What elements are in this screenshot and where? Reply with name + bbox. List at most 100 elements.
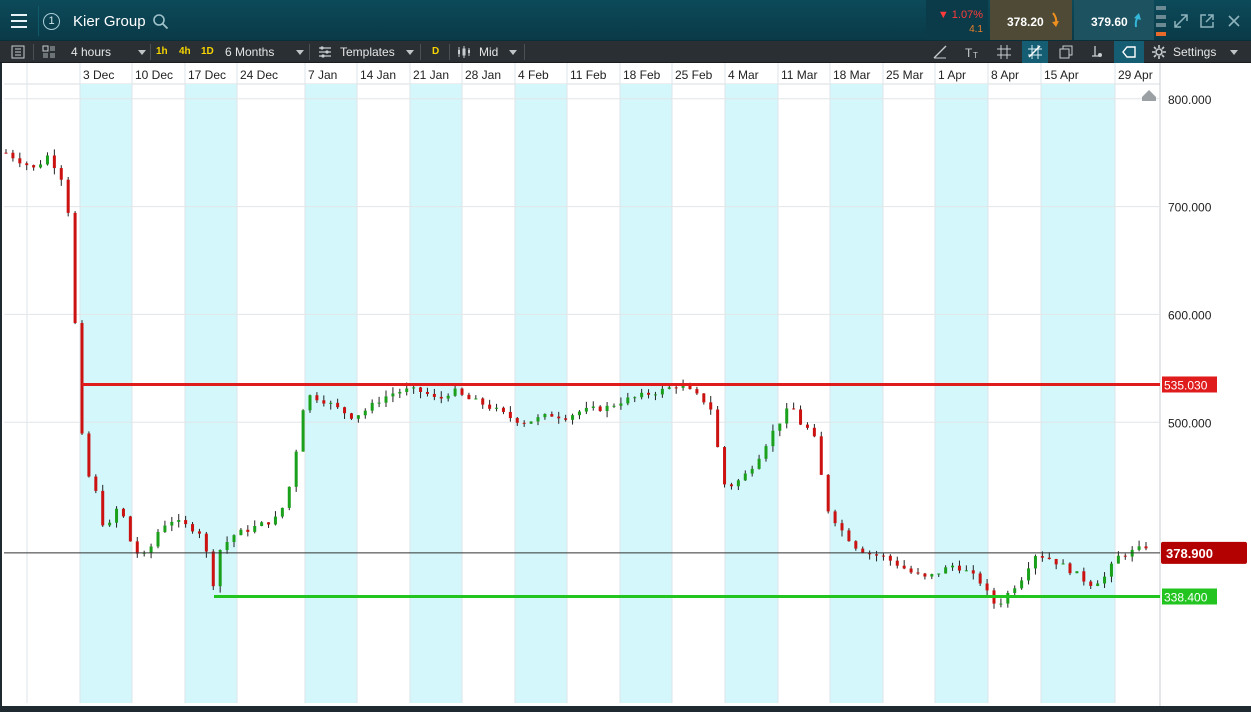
templates-caret-icon[interactable] xyxy=(406,50,414,55)
x-tick-label: 8 Apr xyxy=(991,68,1019,82)
sell-price-button[interactable]: 378.20 xyxy=(990,0,1072,40)
draw-line-icon[interactable] xyxy=(932,44,948,60)
candle-body xyxy=(363,410,367,416)
candle-body xyxy=(246,529,250,532)
shaded-grid-icon[interactable] xyxy=(1027,44,1043,60)
y-tick-label: 800.000 xyxy=(1168,93,1212,107)
candle-body xyxy=(384,396,388,403)
y-tick-label: 600.000 xyxy=(1168,308,1212,322)
candle-body xyxy=(1096,583,1100,586)
candle-body xyxy=(267,522,271,525)
candle-body xyxy=(640,392,644,398)
header-divider xyxy=(38,6,39,36)
candle-body xyxy=(653,394,657,396)
alert-icon[interactable] xyxy=(1089,44,1105,60)
x-tick-label: 25 Feb xyxy=(675,68,713,82)
candle-body xyxy=(605,405,609,412)
x-tick-label: 10 Dec xyxy=(135,68,173,82)
price-tag-icon[interactable] xyxy=(1121,44,1137,60)
candle-body xyxy=(674,387,678,389)
candle-body xyxy=(460,388,464,395)
candle-body xyxy=(135,541,139,554)
candle-body xyxy=(1061,563,1065,565)
candle-body xyxy=(253,526,257,532)
x-tick-label: 1 Apr xyxy=(938,68,966,82)
candle-body xyxy=(336,402,340,408)
price-chart[interactable]: 3 Dec 10 Dec 17 Dec 24 Dec 7 Jan 14 Jan 21 Jan… xyxy=(0,63,1251,708)
candle-body xyxy=(211,551,215,587)
x-tick-label: 28 Jan xyxy=(465,68,501,82)
candle-body xyxy=(1103,576,1107,584)
scroll-to-top-icon[interactable] xyxy=(1142,90,1156,101)
text-size-icon[interactable]: TT xyxy=(964,44,980,60)
candles-icon[interactable] xyxy=(456,44,472,60)
range-dropdown[interactable]: 6 Months xyxy=(225,41,274,63)
candle-body xyxy=(522,422,526,424)
grid-icon[interactable] xyxy=(996,44,1012,60)
price-type-dropdown[interactable]: Mid xyxy=(479,41,498,63)
candle-body xyxy=(1040,556,1044,558)
quick-interval-4h[interactable]: 4h xyxy=(179,41,191,63)
candle-body xyxy=(1089,581,1093,586)
candle-body xyxy=(273,516,277,525)
copy-icon[interactable] xyxy=(1058,44,1074,60)
close-icon[interactable] xyxy=(1225,12,1243,30)
interval-caret-icon[interactable] xyxy=(138,50,146,55)
candle-body xyxy=(495,407,499,409)
daily-badge[interactable]: D xyxy=(432,41,439,63)
svg-text:T: T xyxy=(965,46,973,60)
week-shade xyxy=(725,84,778,703)
candle-body xyxy=(4,152,8,154)
candle-body xyxy=(87,433,91,477)
quick-interval-1h[interactable]: 1h xyxy=(156,41,168,63)
templates-button[interactable]: Templates xyxy=(340,41,395,63)
hamburger-menu-icon[interactable] xyxy=(4,6,34,36)
candle-body xyxy=(377,402,381,404)
week-shade xyxy=(80,84,132,703)
candle-body xyxy=(1020,580,1024,589)
candle-body xyxy=(826,474,830,512)
templates-icon[interactable] xyxy=(317,44,333,60)
search-icon[interactable] xyxy=(152,13,170,31)
buy-price-button[interactable]: 379.60 xyxy=(1074,0,1154,40)
candle-body xyxy=(930,574,934,577)
candle-body xyxy=(916,572,920,574)
window-bottom-edge xyxy=(0,706,1251,712)
instrument-title[interactable]: Kier Group xyxy=(73,13,146,30)
candle-body xyxy=(888,555,892,561)
candle-body xyxy=(833,511,837,524)
interval-label: 4 hours xyxy=(71,45,112,59)
quick-interval-1d[interactable]: 1D xyxy=(201,41,214,63)
link-group-badge[interactable]: 1 xyxy=(43,13,60,30)
candle-body xyxy=(971,570,975,574)
candlestick-chart[interactable]: 3 Dec 10 Dec 17 Dec 24 Dec 7 Jan 14 Jan 21 Jan… xyxy=(0,63,1251,708)
candle-body xyxy=(529,421,533,424)
candle-body xyxy=(543,414,547,418)
week-shade xyxy=(935,84,988,703)
settings-caret-icon[interactable] xyxy=(1230,50,1238,55)
candle-body xyxy=(1137,546,1141,550)
price-type-caret-icon[interactable] xyxy=(509,50,517,55)
settings-gear-icon[interactable] xyxy=(1151,44,1167,60)
candle-body xyxy=(308,395,312,411)
app-window: 1 Kier Group ▼ 1.07% 4.1 378.20 379.60 4… xyxy=(0,0,1251,712)
candle-body xyxy=(819,436,823,475)
svg-text:T: T xyxy=(973,51,978,60)
interval-dropdown[interactable]: 4 hours xyxy=(71,41,111,63)
pop-out-icon[interactable] xyxy=(1198,12,1216,30)
candle-body xyxy=(294,451,298,487)
candle-body xyxy=(591,406,595,408)
week-shade xyxy=(185,84,237,703)
list-icon[interactable] xyxy=(10,44,26,60)
candle-body xyxy=(488,404,492,409)
candle-body xyxy=(688,385,692,390)
expand-icon[interactable] xyxy=(1172,12,1190,30)
range-caret-icon[interactable] xyxy=(296,50,304,55)
candle-body xyxy=(32,165,36,168)
x-tick-label: 11 Feb xyxy=(570,68,607,82)
week-shade xyxy=(305,84,357,703)
layout-icon[interactable] xyxy=(41,44,57,60)
settings-button[interactable]: Settings xyxy=(1173,41,1216,63)
candle-body xyxy=(453,388,457,396)
candle-body xyxy=(11,152,15,159)
